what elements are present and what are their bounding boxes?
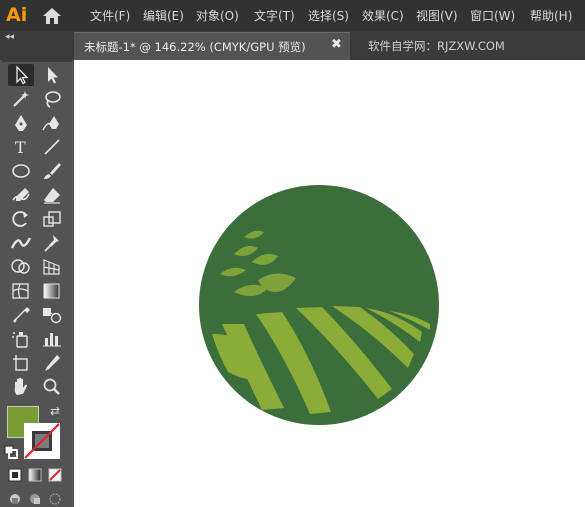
menu-select[interactable]: 选择(S): [308, 7, 349, 24]
rotate-tool-icon[interactable]: [8, 208, 34, 230]
ellipse-tool-icon[interactable]: [8, 160, 34, 182]
eyedropper-tool-icon[interactable]: [8, 304, 34, 326]
tools-panel: T ⇄: [0, 60, 74, 507]
artboard-canvas[interactable]: [74, 60, 585, 507]
shaper-tool-icon[interactable]: [8, 184, 34, 206]
gradient-mode-button[interactable]: [28, 467, 42, 482]
line-segment-tool-icon[interactable]: [39, 136, 65, 158]
artboard-tool-icon[interactable]: [8, 352, 34, 374]
column-graph-tool-icon[interactable]: [39, 328, 65, 350]
document-tab-site[interactable]: 软件自学网：RJZXW.COM: [368, 38, 505, 54]
menu-effect[interactable]: 效果(C): [362, 7, 404, 24]
close-icon[interactable]: ✖: [331, 37, 342, 52]
default-fill-stroke-icon[interactable]: [4, 444, 18, 459]
eraser-tool-icon[interactable]: [39, 184, 65, 206]
zoom-tool-icon[interactable]: [39, 376, 65, 398]
pen-tool-icon[interactable]: [8, 112, 34, 134]
app-logo: Ai: [6, 4, 28, 26]
shape-builder-tool-icon[interactable]: [8, 256, 34, 278]
collapse-panel-icon[interactable]: ◂◂: [5, 32, 14, 42]
selection-tool-icon[interactable]: [8, 64, 34, 86]
swap-fill-stroke-icon[interactable]: ⇄: [50, 404, 60, 418]
document-tab-title: 未标题-1* @ 146.22% (CMYK/GPU 预览): [84, 40, 306, 54]
menu-file[interactable]: 文件(F): [90, 7, 130, 24]
hand-tool-icon[interactable]: [8, 376, 34, 398]
curvature-tool-icon[interactable]: [39, 112, 65, 134]
paintbrush-tool-icon[interactable]: [39, 160, 65, 182]
symbol-sprayer-tool-icon[interactable]: [8, 328, 34, 350]
gradient-tool-icon[interactable]: [39, 280, 65, 302]
menu-window[interactable]: 窗口(W): [470, 7, 515, 24]
menu-bar: Ai 文件(F) 编辑(E) 对象(O) 文字(T) 选择(S) 效果(C) 视…: [0, 0, 585, 31]
menu-help[interactable]: 帮助(H): [530, 7, 572, 24]
magic-wand-tool-icon[interactable]: [8, 88, 34, 110]
lasso-tool-icon[interactable]: [39, 88, 65, 110]
draw-normal-button[interactable]: [8, 491, 22, 505]
scale-tool-icon[interactable]: [39, 208, 65, 230]
draw-behind-button[interactable]: [28, 491, 42, 505]
color-mode-button[interactable]: [8, 467, 22, 482]
direct-selection-tool-icon[interactable]: [39, 64, 65, 86]
blend-tool-icon[interactable]: [39, 304, 65, 326]
none-mode-button[interactable]: [48, 467, 62, 482]
farm-logo-artwork[interactable]: [198, 184, 440, 426]
width-tool-icon[interactable]: [8, 232, 34, 254]
menu-edit[interactable]: 编辑(E): [143, 7, 184, 24]
document-tab-active[interactable]: 未标题-1* @ 146.22% (CMYK/GPU 预览) ✖: [74, 32, 350, 60]
perspective-grid-tool-icon[interactable]: [39, 256, 65, 278]
mesh-tool-icon[interactable]: [8, 280, 34, 302]
toolbar-grip[interactable]: [2, 60, 72, 62]
document-tab-bar: ◂◂ 未标题-1* @ 146.22% (CMYK/GPU 预览) ✖ 软件自学…: [0, 31, 585, 60]
menu-object[interactable]: 对象(O): [196, 7, 239, 24]
draw-inside-button[interactable]: [48, 491, 62, 505]
stroke-color-swatch[interactable]: [24, 423, 60, 459]
type-tool-icon[interactable]: T: [8, 136, 34, 158]
menu-view[interactable]: 视图(V): [416, 7, 458, 24]
menu-type[interactable]: 文字(T): [254, 7, 295, 24]
puppet-warp-tool-icon[interactable]: [39, 232, 65, 254]
svg-text:T: T: [15, 138, 26, 157]
home-icon[interactable]: [41, 6, 63, 26]
slice-tool-icon[interactable]: [39, 352, 65, 374]
